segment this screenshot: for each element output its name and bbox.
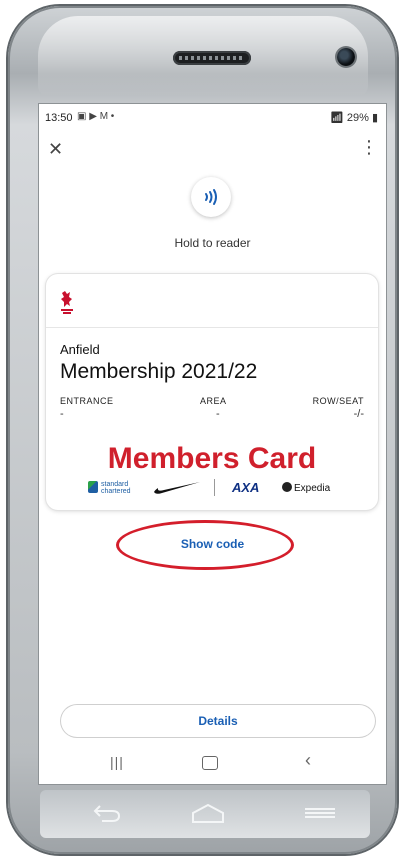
back-icon[interactable]: ‹: [305, 750, 311, 771]
recent-apps-icon[interactable]: |||: [110, 754, 124, 770]
status-time: 13:50: [45, 112, 73, 124]
contactless-button[interactable]: [191, 177, 231, 217]
status-right: 📶︎ 29% ▮: [330, 111, 378, 124]
hardware-home-icon[interactable]: [190, 802, 226, 826]
sponsor-strip: standard chartered AXA Expedia: [88, 479, 348, 497]
row-seat-value: -/-: [353, 408, 364, 420]
highlight-annotation: [116, 520, 294, 570]
close-icon[interactable]: ✕: [48, 140, 63, 158]
notification-icons: ▣ ▶ M •: [77, 111, 115, 122]
row-seat-label: ROW/SEAT: [312, 396, 364, 406]
membership-card[interactable]: Anfield Membership 2021/22 ENTRANCE - AR…: [46, 274, 378, 510]
system-nav-bar: ||| ‹: [39, 746, 386, 782]
entrance-value: -: [60, 408, 64, 420]
membership-title: Membership 2021/22: [60, 360, 258, 383]
battery-percent: 29%: [346, 112, 369, 124]
phone-screen: 13:50 ▣ ▶ M • 📶︎ 29% ▮ ✕ ⋮ Hold to reade…: [39, 104, 386, 784]
expedia-logo: Expedia: [282, 482, 330, 494]
members-card-banner: Members Card: [107, 442, 317, 475]
venue-label: Anfield: [60, 342, 100, 357]
sponsor-divider: [214, 479, 215, 496]
liverpool-fc-crest-icon: [61, 291, 73, 314]
card-divider: [46, 327, 378, 328]
expedia-icon: [282, 482, 292, 492]
entrance-label: ENTRANCE: [60, 396, 114, 406]
area-label: AREA: [200, 396, 227, 406]
hardware-back-icon[interactable]: [92, 802, 122, 824]
home-icon[interactable]: [202, 756, 218, 770]
front-camera-icon: [337, 48, 355, 66]
phone-frame: 13:50 ▣ ▶ M • 📶︎ 29% ▮ ✕ ⋮ Hold to reade…: [8, 6, 397, 854]
earpiece-speaker: [173, 51, 251, 65]
battery-icon: ▮: [371, 112, 378, 124]
wifi-icon: 📶︎: [329, 112, 344, 124]
nike-swoosh-icon: [154, 482, 200, 494]
contactless-icon: [205, 189, 217, 205]
more-vert-icon[interactable]: ⋮: [360, 138, 378, 156]
status-bar: 13:50 ▣ ▶ M • 📶︎ 29% ▮: [39, 104, 386, 130]
hardware-button-bar: [40, 790, 370, 838]
hold-to-reader-label: Hold to reader: [174, 236, 251, 250]
axa-logo: AXA: [232, 480, 260, 495]
details-button[interactable]: Details: [61, 705, 375, 737]
hardware-menu-icon[interactable]: [305, 808, 335, 820]
app-bar: ✕ ⋮: [39, 134, 386, 164]
area-value: -: [216, 408, 220, 420]
